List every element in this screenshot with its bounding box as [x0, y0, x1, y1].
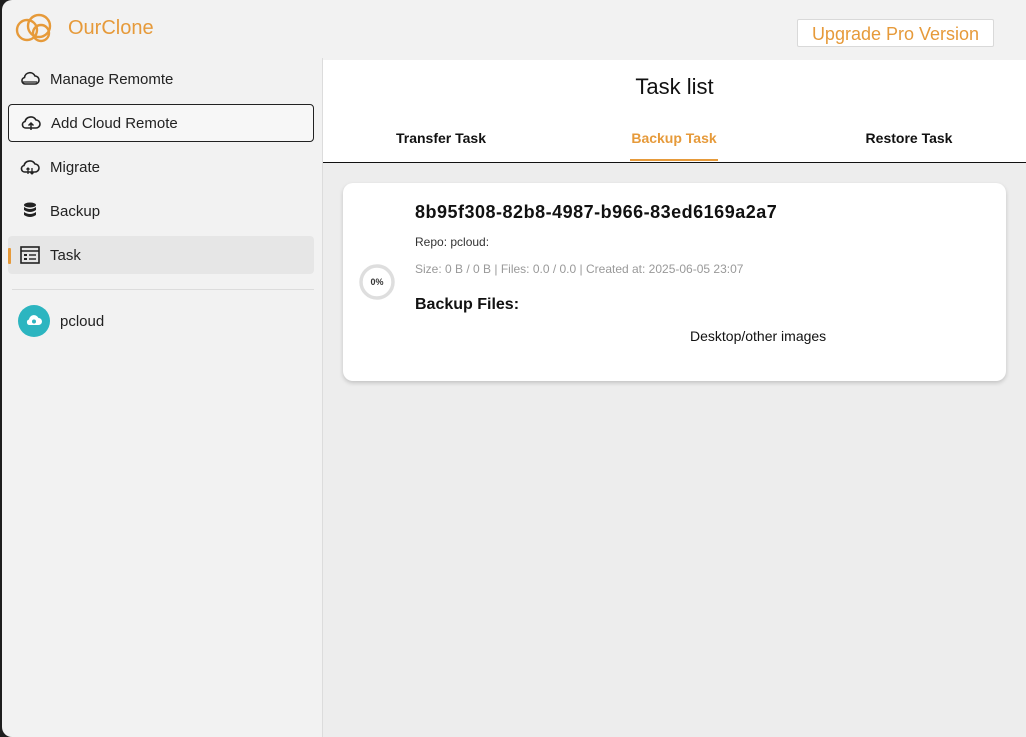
- sidebar-separator: [12, 289, 314, 290]
- task-card[interactable]: 0% 8b95f308-82b8-4987-b966-83ed6169a2a7 …: [343, 183, 1006, 381]
- remote-label: pcloud: [60, 312, 105, 330]
- app-window: OurClone Upgrade Pro Version Manage Remo…: [2, 0, 1026, 737]
- sidebar-item-label: Manage Remomte: [50, 70, 174, 88]
- sidebar-item-migrate[interactable]: Migrate: [8, 148, 314, 186]
- sidebar-item-label: Migrate: [50, 158, 101, 176]
- database-icon: [19, 200, 41, 222]
- sidebar-item-backup[interactable]: Backup: [8, 192, 314, 230]
- sidebar-item-label: Backup: [50, 202, 101, 220]
- sidebar-item-label: Task: [50, 246, 81, 264]
- task-list-icon: [19, 244, 41, 266]
- main-panel: Task list Transfer Task Backup Task Rest…: [323, 60, 1026, 737]
- backup-files-label: Backup Files:: [415, 296, 520, 313]
- task-id: 8b95f308-82b8-4987-b966-83ed6169a2a7: [415, 202, 778, 222]
- tab-backup-task[interactable]: Backup Task: [608, 130, 740, 146]
- tab-restore-task[interactable]: Restore Task: [843, 130, 975, 146]
- cloud-manage-icon: [19, 68, 41, 90]
- task-repo: Repo: pcloud:: [415, 235, 490, 249]
- progress-label: 0%: [370, 277, 384, 287]
- active-indicator: [8, 248, 11, 264]
- task-meta: Size: 0 B / 0 B | Files: 0.0 / 0.0 | Cre…: [415, 262, 744, 276]
- sidebar-item-manage-remote[interactable]: Manage Remomte: [8, 60, 314, 98]
- sidebar-item-task[interactable]: Task: [8, 236, 314, 274]
- task-list-header: Task list Transfer Task Backup Task Rest…: [323, 60, 1026, 163]
- upgrade-pro-button[interactable]: Upgrade Pro Version: [797, 19, 994, 47]
- pcloud-icon: [18, 305, 50, 337]
- active-tab-underline: [630, 159, 718, 161]
- page-title: Task list: [635, 74, 714, 99]
- sidebar-item-add-cloud-remote[interactable]: Add Cloud Remote: [8, 104, 314, 142]
- app-title: OurClone: [68, 17, 154, 39]
- cloud-upload-icon: [20, 112, 42, 134]
- cloud-migrate-icon: [19, 156, 41, 178]
- remote-item-pcloud[interactable]: pcloud: [16, 304, 104, 338]
- tab-transfer-task[interactable]: Transfer Task: [373, 130, 509, 146]
- sidebar-item-label: Add Cloud Remote: [51, 114, 178, 132]
- ourclone-logo-icon: [15, 13, 52, 43]
- backup-file-item: Desktop/other images: [690, 328, 827, 344]
